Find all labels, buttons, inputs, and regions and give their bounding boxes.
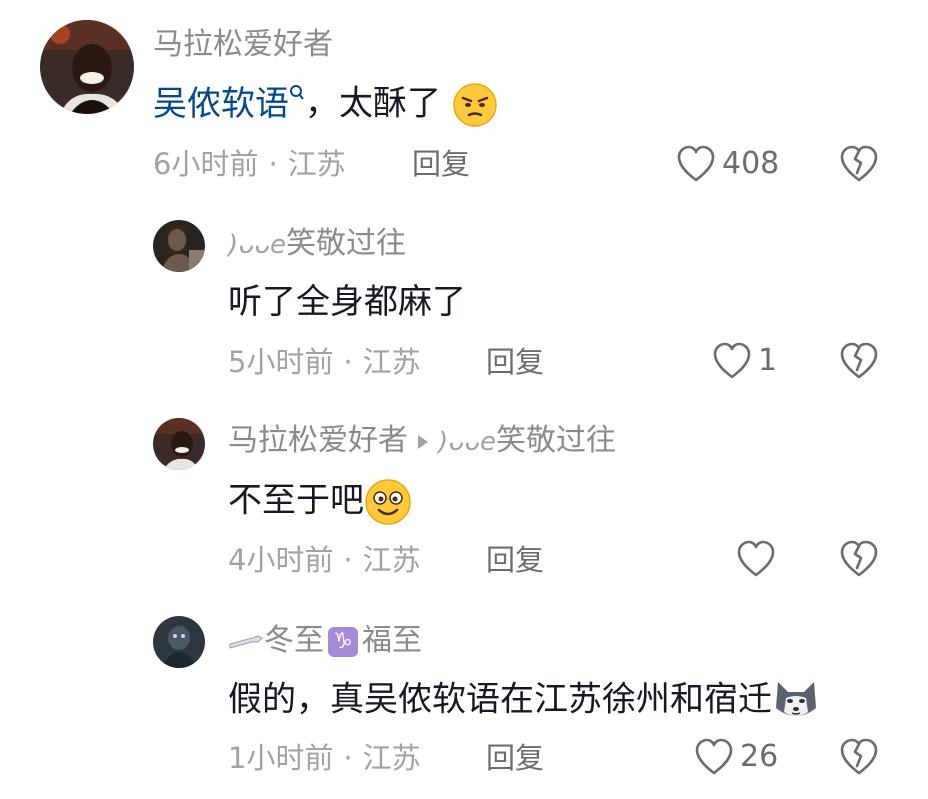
separator: ·	[343, 543, 353, 577]
reply-button[interactable]: 回复	[486, 744, 544, 773]
name-decoration: )ᴗᴗe	[228, 229, 286, 260]
heart-icon	[737, 540, 775, 577]
broken-heart-icon	[840, 145, 878, 182]
reply-arrow-icon	[418, 434, 428, 449]
dislike-button[interactable]	[839, 342, 879, 384]
comment-time: 1小时前	[228, 741, 334, 775]
author-name[interactable]: 马拉松爱好者	[228, 423, 408, 458]
separator: ·	[268, 147, 278, 181]
comment-location: 江苏	[362, 741, 421, 775]
search-mention-link[interactable]: 吴侬软语	[153, 84, 305, 124]
dislike-button[interactable]	[839, 738, 879, 780]
like-count: 1	[758, 343, 778, 378]
comment-meta: 1小时前 · 江苏	[228, 744, 421, 773]
comment-meta: 4小时前 · 江苏	[228, 546, 421, 575]
reply-button[interactable]: 回复	[486, 546, 544, 575]
like-count: 26	[740, 739, 779, 774]
search-icon	[290, 85, 304, 100]
reply-button[interactable]: 回复	[486, 348, 544, 377]
broken-heart-icon	[840, 342, 878, 379]
reply-to-name[interactable]: 笑敬过往	[496, 423, 616, 458]
separator: ·	[343, 741, 353, 775]
husky-emoji	[776, 682, 816, 716]
comment-author[interactable]: )ᴗᴗe笑敬过往	[228, 229, 406, 259]
name-decoration: )ᴗᴗe	[438, 426, 496, 457]
comment-author[interactable]: 马拉松爱好者	[153, 30, 333, 60]
avatar[interactable]	[153, 220, 205, 272]
dislike-button[interactable]	[839, 540, 879, 582]
smirk-emoji	[453, 83, 497, 127]
comment-text: 不至于吧	[228, 478, 412, 526]
comment-text: 假的，真吴侬软语在江苏徐州和宿迁	[228, 678, 820, 724]
comment-author: 马拉松爱好者 )ᴗᴗe笑敬过往	[228, 426, 616, 456]
broken-heart-icon	[840, 738, 878, 775]
comment-time: 4小时前	[228, 543, 334, 577]
comment-location: 江苏	[362, 543, 421, 577]
broken-heart-icon	[840, 540, 878, 577]
dizzy-face-emoji	[365, 479, 411, 525]
comment-time: 6小时前	[153, 147, 259, 181]
separator: ·	[343, 345, 353, 379]
bottle-icon	[229, 634, 263, 649]
dislike-button[interactable]	[839, 145, 879, 187]
avatar[interactable]	[153, 418, 205, 470]
avatar[interactable]	[153, 616, 205, 668]
comment-time: 5小时前	[228, 345, 334, 379]
heart-icon	[695, 738, 733, 775]
comment-location: 江苏	[362, 345, 421, 379]
comment-meta: 5小时前 · 江苏	[228, 348, 421, 377]
reply-button[interactable]: 回复	[412, 150, 470, 179]
comment-author[interactable]: 冬至 ♑ 福至	[228, 626, 422, 657]
like-button[interactable]	[736, 540, 782, 578]
like-button[interactable]: 408	[676, 145, 779, 183]
heart-icon	[713, 342, 751, 379]
comment-location: 江苏	[287, 147, 346, 181]
zodiac-badge: ♑	[328, 626, 358, 657]
heart-icon	[677, 145, 715, 182]
like-button[interactable]: 26	[694, 738, 778, 776]
avatar[interactable]	[40, 20, 134, 114]
comment-meta: 6小时前 · 江苏	[153, 150, 346, 179]
like-count: 408	[722, 146, 780, 181]
comment-text: 听了全身都麻了	[228, 282, 466, 322]
comment-text: 吴侬软语 ，太酥了	[153, 82, 498, 128]
like-button[interactable]: 1	[712, 342, 777, 380]
